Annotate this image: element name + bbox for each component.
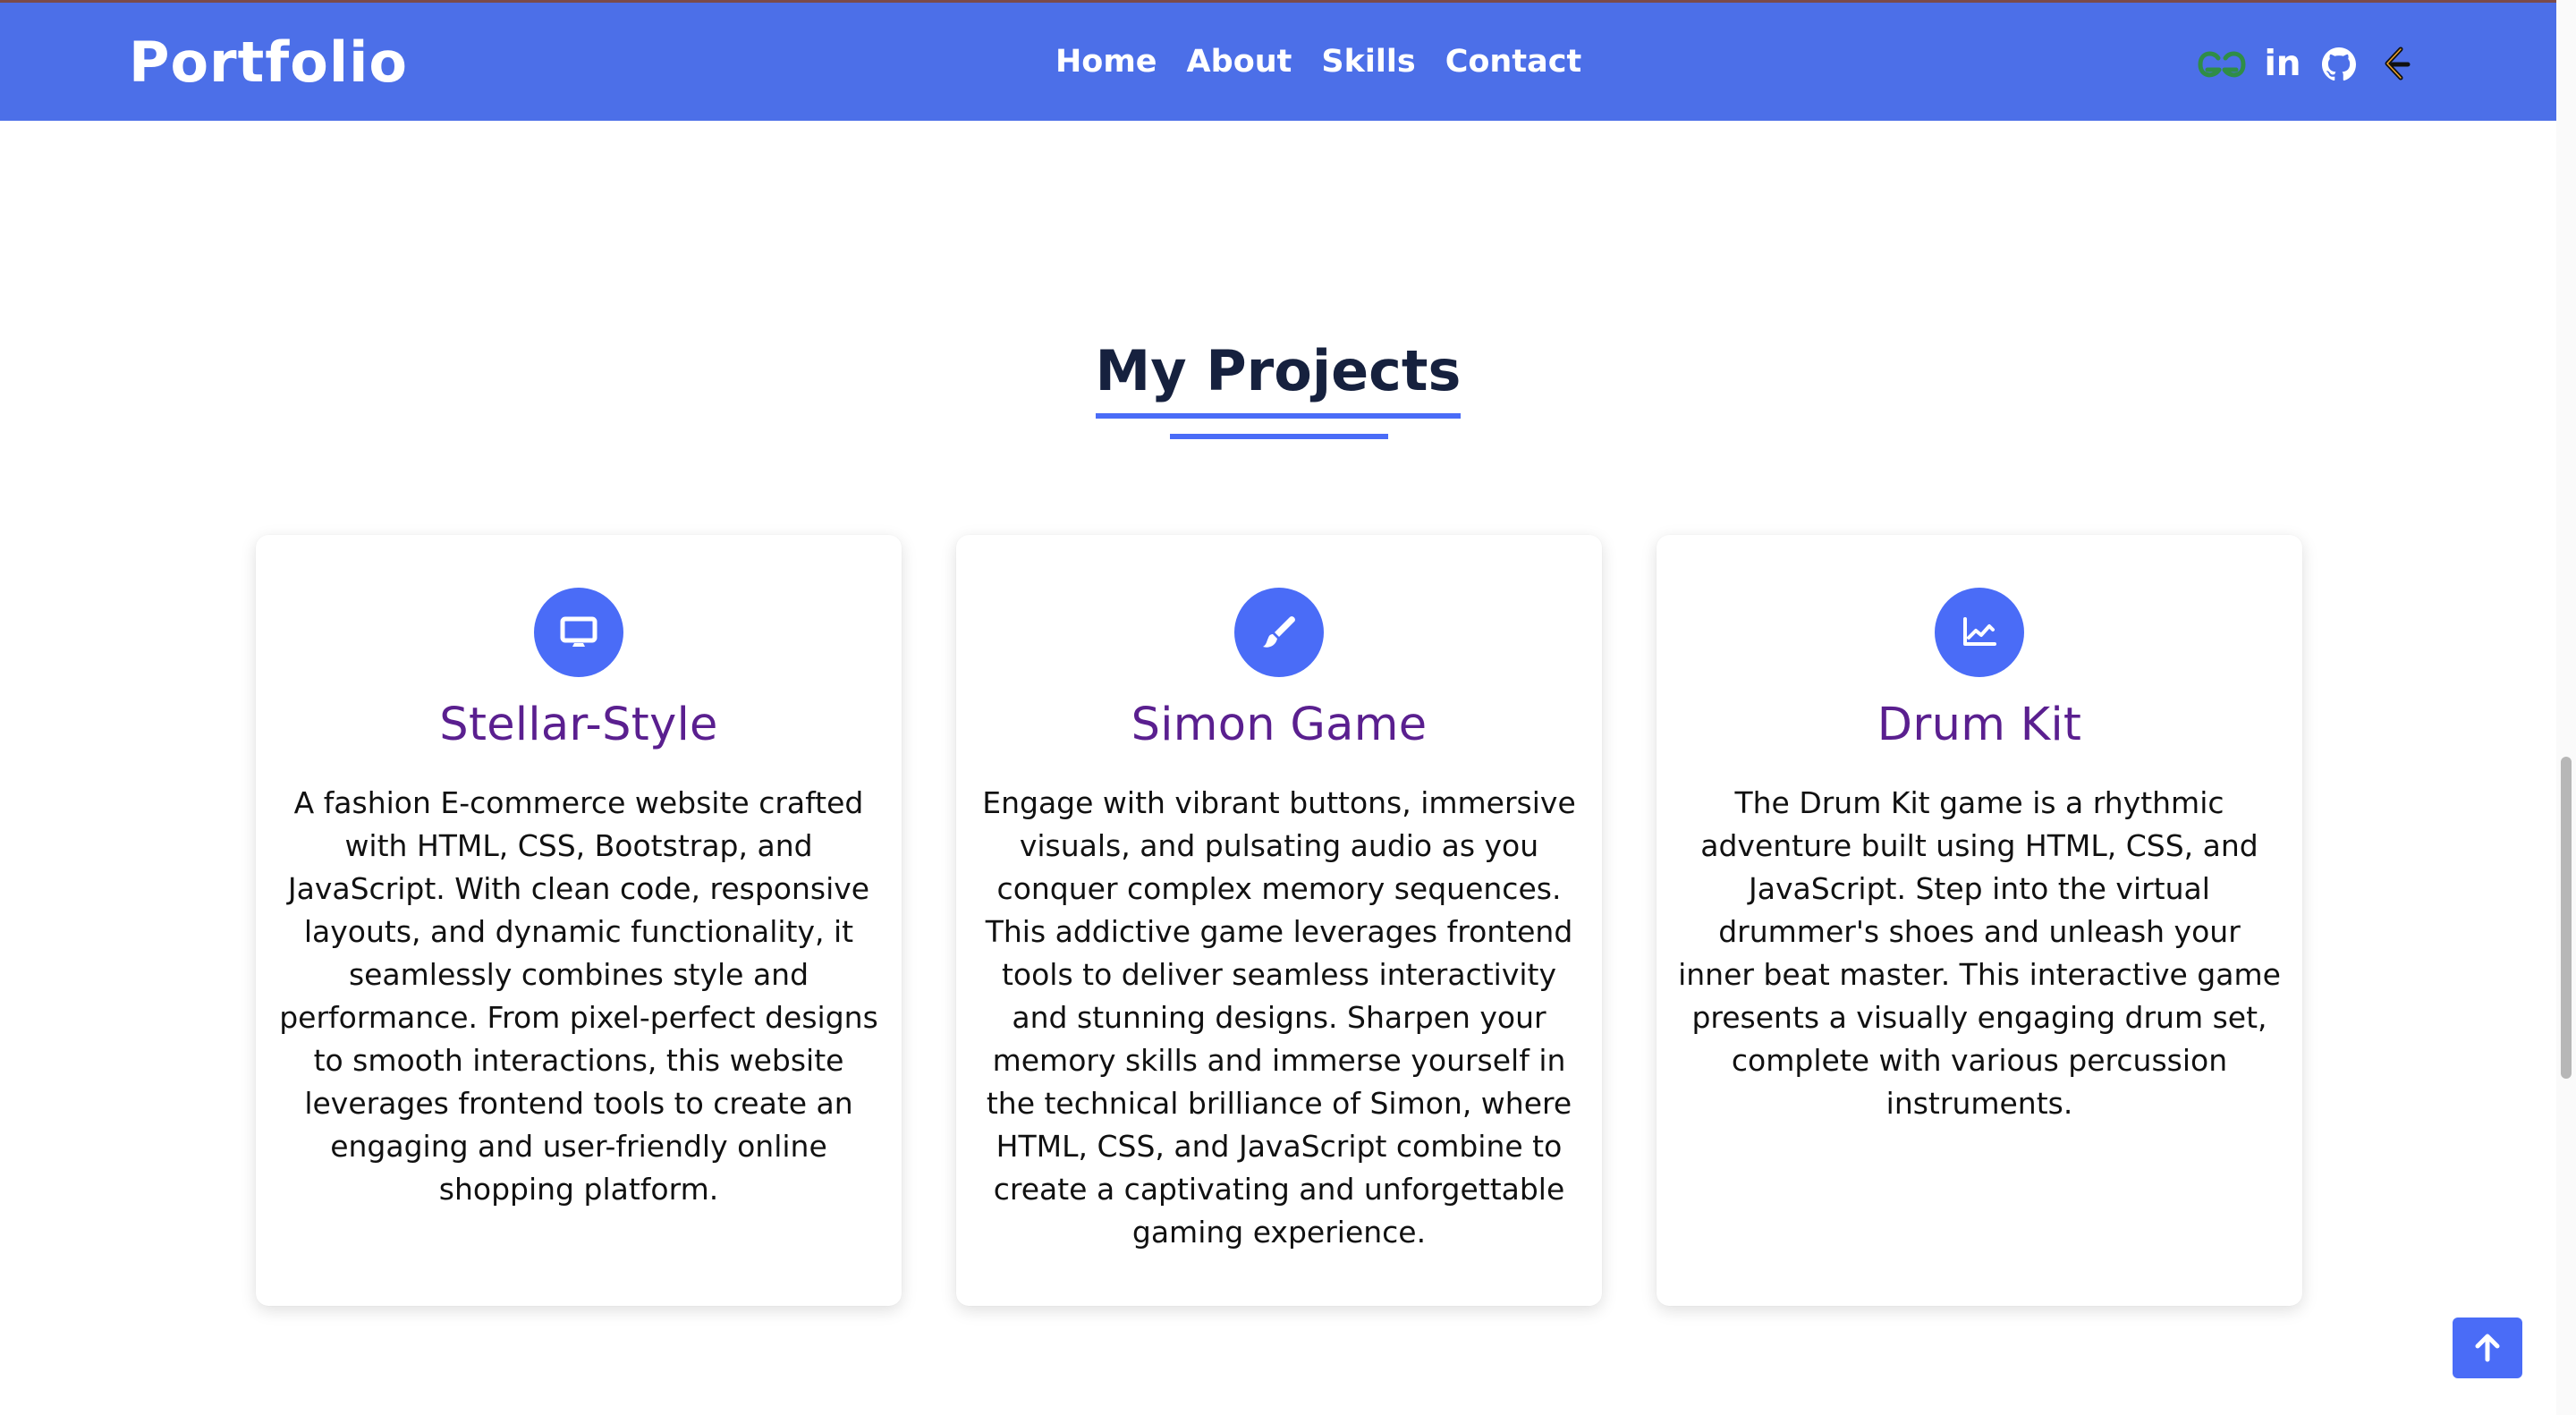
- arrow-up-icon: [2470, 1331, 2504, 1365]
- portfolio-logo[interactable]: Portfolio: [129, 30, 408, 96]
- projects-title-underline: [1170, 434, 1388, 439]
- project-description: The Drum Kit game is a rhythmic adventur…: [1678, 785, 2281, 1121]
- project-title: Stellar-Style: [439, 699, 718, 751]
- nav-home-link[interactable]: Home: [1055, 43, 1157, 80]
- navbar: Portfolio Home About Skills Contact in: [0, 3, 2556, 121]
- chart-line-icon: [1935, 588, 2024, 677]
- linkedin-icon-text: in: [2264, 44, 2301, 84]
- leetcode-icon[interactable]: [2379, 38, 2415, 90]
- project-title: Simon Game: [1131, 699, 1428, 751]
- project-card-simon-game: Simon Game Engage with vibrant buttons, …: [956, 535, 1602, 1306]
- nav-contact-link[interactable]: Contact: [1445, 43, 1581, 80]
- project-card-stellar-style: Stellar-Style A fashion E-commerce websi…: [256, 535, 902, 1306]
- project-description: A fashion E-commerce website crafted wit…: [279, 785, 878, 1207]
- project-title: Drum Kit: [1877, 699, 2082, 751]
- main-navigation: Home About Skills Contact: [1055, 43, 1581, 80]
- projects-title: My Projects: [1095, 338, 1462, 419]
- project-description: Engage with vibrant buttons, immersive v…: [982, 785, 1576, 1250]
- linkedin-icon[interactable]: in: [2264, 38, 2301, 90]
- desktop-icon: [534, 588, 623, 677]
- project-card-drum-kit: Drum Kit The Drum Kit game is a rhythmic…: [1657, 535, 2302, 1306]
- social-links: in: [2196, 38, 2428, 92]
- projects-heading: My Projects: [0, 338, 2556, 419]
- paintbrush-icon: [1234, 588, 1324, 677]
- github-icon[interactable]: [2319, 38, 2359, 90]
- project-cards: Stellar-Style A fashion E-commerce websi…: [256, 535, 2302, 1306]
- portfolio-page: Portfolio Home About Skills Contact in M…: [0, 0, 2556, 1415]
- scrollbar-thumb[interactable]: [2561, 757, 2572, 1079]
- vertical-scrollbar[interactable]: [2556, 0, 2576, 1415]
- geeksforgeeks-icon[interactable]: [2196, 38, 2248, 90]
- nav-about-link[interactable]: About: [1187, 43, 1292, 80]
- nav-skills-link[interactable]: Skills: [1321, 43, 1415, 80]
- back-to-top-button[interactable]: [2453, 1318, 2522, 1378]
